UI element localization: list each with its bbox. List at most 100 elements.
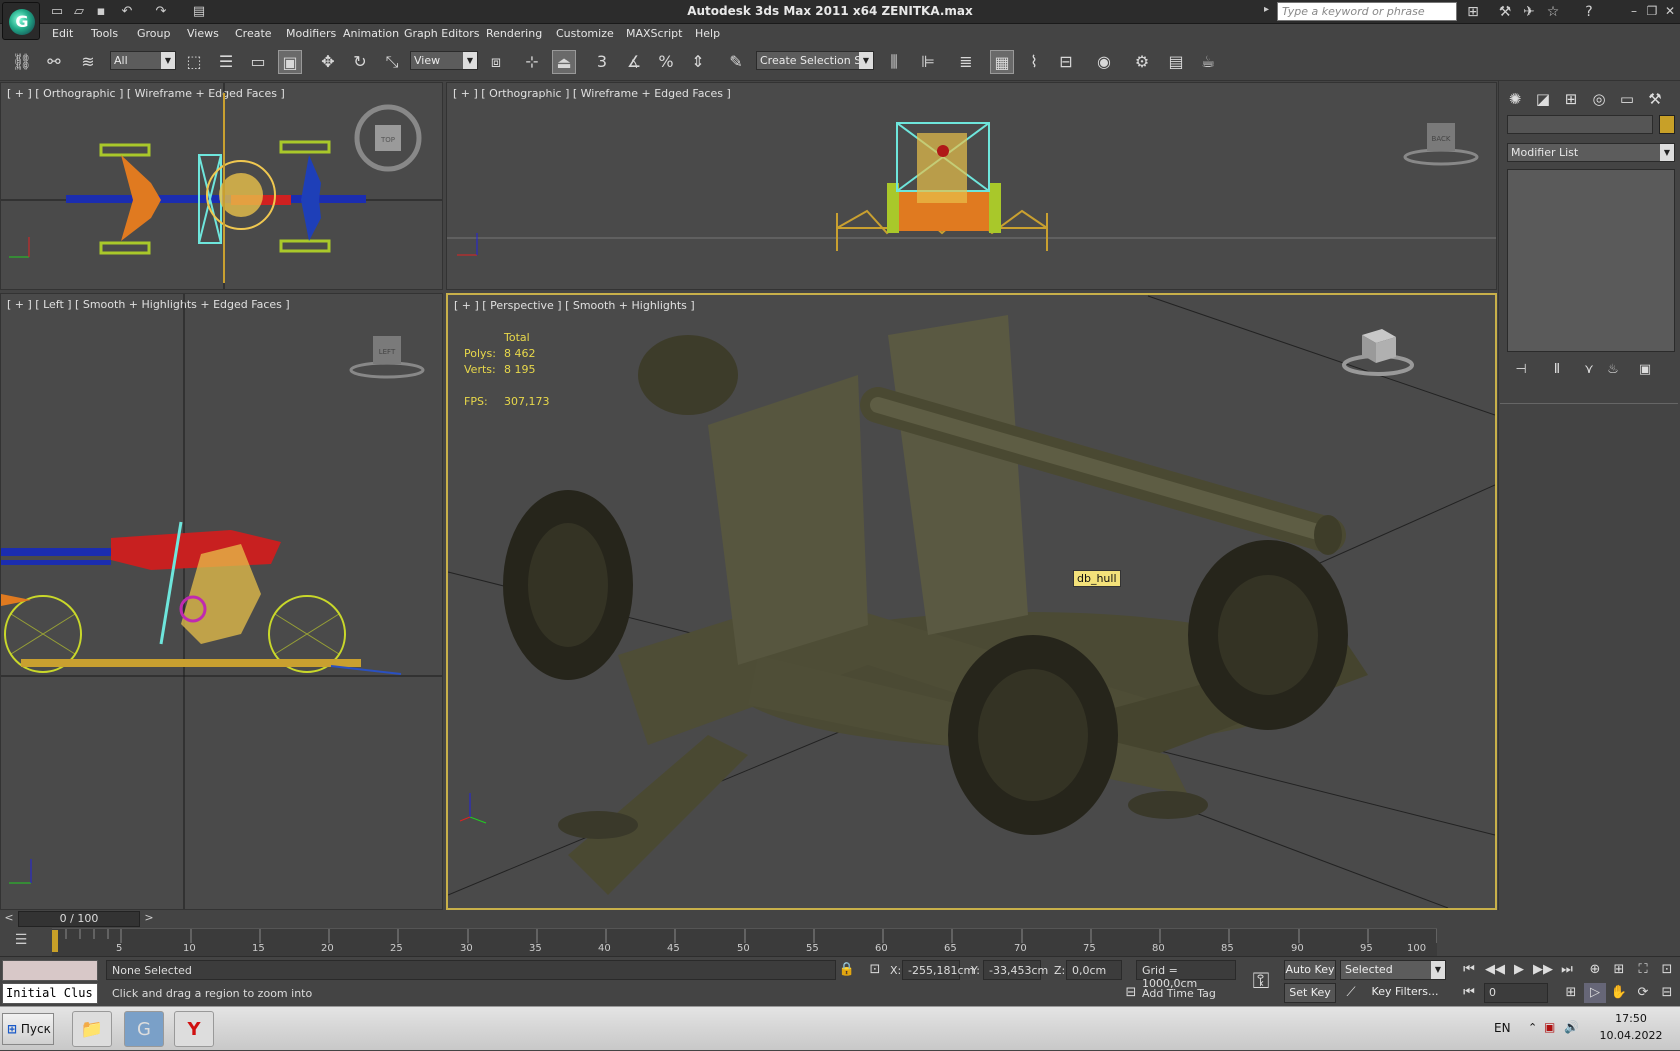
material-editor-icon[interactable]: ◉ xyxy=(1092,50,1116,74)
utilities-tab-icon[interactable]: ⚒ xyxy=(1643,88,1667,110)
orbit-icon[interactable]: ⟳ xyxy=(1632,983,1654,1003)
maximize-viewport-icon[interactable]: ⊟ xyxy=(1656,983,1678,1003)
close-button[interactable]: ✕ xyxy=(1662,3,1678,19)
start-button[interactable]: ⊞ Пуск xyxy=(2,1013,54,1045)
render-setup-icon[interactable]: ⚙ xyxy=(1130,50,1154,74)
time-slider-handle[interactable]: 0 / 100 xyxy=(18,911,140,927)
clock-date[interactable]: 10.04.2022 xyxy=(1596,1029,1666,1042)
show-end-result-icon[interactable]: Ⅱ xyxy=(1545,359,1569,381)
zoom-icon[interactable]: ⊕ xyxy=(1584,960,1606,980)
lock-selection-icon[interactable]: 🔒 xyxy=(836,960,858,980)
configure-sets-icon[interactable]: ▣ xyxy=(1633,359,1657,381)
default-in-out-tangent-icon[interactable]: ⟋ xyxy=(1340,983,1362,1003)
time-configuration-icon[interactable]: ⊞ xyxy=(1560,983,1582,1003)
x-coord-field[interactable]: -255,181cm xyxy=(902,960,974,980)
render-production-icon[interactable]: ☕ xyxy=(1196,50,1220,74)
current-frame-spinner[interactable]: 0 xyxy=(1484,983,1548,1003)
display-tab-icon[interactable]: ▭ xyxy=(1615,88,1639,110)
clock-time[interactable]: 17:50 xyxy=(1596,1012,1666,1025)
zoom-extents-all-icon[interactable]: ⊡ xyxy=(1656,960,1678,980)
keyboard-shortcut-override-icon[interactable]: ⏏ xyxy=(552,50,576,74)
select-and-link-icon[interactable]: ⛓ xyxy=(10,50,34,74)
unlink-icon[interactable]: ⚯ xyxy=(42,50,66,74)
communication-center-icon[interactable]: ✈ xyxy=(1518,2,1540,22)
select-and-rotate-icon[interactable]: ↻ xyxy=(348,50,372,74)
go-to-start-icon[interactable]: ⏮ xyxy=(1458,960,1480,980)
go-to-end-icon[interactable]: ⏭ xyxy=(1556,960,1578,980)
pan-view-icon[interactable]: ✋ xyxy=(1608,983,1630,1003)
pin-stack-icon[interactable]: ⊣ xyxy=(1509,359,1533,381)
select-by-name-icon[interactable]: ☰ xyxy=(214,50,238,74)
rendered-frame-window-icon[interactable]: ▤ xyxy=(1164,50,1188,74)
maxscript-listener-top[interactable] xyxy=(2,960,98,981)
set-key-icon[interactable]: ⚿ xyxy=(1242,961,1280,1003)
menu-create[interactable]: Create xyxy=(235,27,272,40)
menu-tools[interactable]: Tools xyxy=(91,27,118,40)
play-icon[interactable]: ▶ xyxy=(1508,960,1530,980)
track-bar[interactable]: ☰ 5 10 15 20 25 30 35 40 45 50 55 60 65 … xyxy=(0,928,1500,956)
time-tag-icon[interactable]: ⊟ xyxy=(1120,983,1142,1003)
app-menu-button[interactable]: G xyxy=(2,2,40,40)
bind-space-warp-icon[interactable]: ≋ xyxy=(76,50,100,74)
menu-modifiers[interactable]: Modifiers xyxy=(286,27,336,40)
3dsmax-taskbar-icon[interactable]: G xyxy=(124,1011,164,1047)
create-tab-icon[interactable]: ✺ xyxy=(1503,88,1527,110)
next-frame-icon[interactable]: ▶▶ xyxy=(1532,960,1554,980)
absolute-mode-icon[interactable]: ⊡ xyxy=(864,960,886,980)
favorites-star-icon[interactable]: ☆ xyxy=(1542,2,1564,22)
menu-maxscript[interactable]: MAXScript xyxy=(626,27,682,40)
selection-filter-dropdown[interactable]: All ▼ xyxy=(110,51,176,70)
select-object-icon[interactable]: ⬚ xyxy=(182,50,206,74)
menu-graph-editors[interactable]: Graph Editors xyxy=(404,27,480,40)
language-indicator[interactable]: EN xyxy=(1494,1021,1511,1035)
time-slider-prev-icon[interactable]: < xyxy=(2,911,16,927)
select-and-scale-icon[interactable]: ⤡ xyxy=(380,50,404,74)
mini-curve-editor-icon[interactable]: ☰ xyxy=(6,932,36,952)
tray-expand-icon[interactable]: ⌃ xyxy=(1528,1021,1537,1034)
modify-tab-icon[interactable]: ◪ xyxy=(1531,88,1555,110)
key-mode-toggle-icon[interactable]: ⏮ xyxy=(1458,983,1480,1003)
zoom-all-icon[interactable]: ⊞ xyxy=(1608,960,1630,980)
previous-frame-icon[interactable]: ◀◀ xyxy=(1484,960,1506,980)
curve-editor-icon[interactable]: ⌇ xyxy=(1022,50,1046,74)
graphite-ribbon-icon[interactable]: ▦ xyxy=(990,50,1014,74)
percent-snap-icon[interactable]: % xyxy=(654,50,678,74)
yandex-browser-icon[interactable]: Y xyxy=(174,1011,214,1047)
motion-tab-icon[interactable]: ◎ xyxy=(1587,88,1611,110)
named-selection-dropdown[interactable]: Create Selection Se ▼ xyxy=(756,51,874,70)
restore-button[interactable]: ❐ xyxy=(1644,3,1660,19)
edit-named-selection-icon[interactable]: ✎ xyxy=(724,50,748,74)
minimize-button[interactable]: – xyxy=(1626,3,1642,19)
menu-customize[interactable]: Customize xyxy=(556,27,614,40)
menu-animation[interactable]: Animation xyxy=(343,27,399,40)
reference-coord-dropdown[interactable]: View ▼ xyxy=(410,51,478,70)
volume-icon[interactable]: 🔊 xyxy=(1564,1020,1579,1034)
modifier-list-dropdown[interactable]: Modifier List ▼ xyxy=(1507,143,1675,162)
select-manipulate-icon[interactable]: ⊹ xyxy=(520,50,544,74)
viewcube-top[interactable]: TOP xyxy=(351,101,425,175)
key-mode-dropdown[interactable]: Selected ▼ xyxy=(1340,960,1446,980)
layer-manager-icon[interactable]: ≣ xyxy=(954,50,978,74)
time-slider[interactable]: < 0 / 100 > xyxy=(0,910,1500,928)
viewcube-left[interactable]: LEFT xyxy=(347,332,427,382)
menu-group[interactable]: Group xyxy=(137,27,171,40)
region-zoom-icon[interactable]: ▷ xyxy=(1584,983,1606,1003)
search-expand-icon[interactable]: ▸ xyxy=(1264,4,1269,15)
angle-snap-icon[interactable]: ∡ xyxy=(622,50,646,74)
mirror-icon[interactable]: ⫼ xyxy=(882,50,906,74)
viewcube-perspective[interactable] xyxy=(1340,325,1416,381)
object-name-field[interactable] xyxy=(1507,115,1653,134)
object-color-swatch[interactable] xyxy=(1659,115,1675,134)
network-icon[interactable]: ▣ xyxy=(1544,1020,1555,1034)
window-crossing-icon[interactable]: ▣ xyxy=(278,50,302,74)
menu-views[interactable]: Views xyxy=(187,27,219,40)
viewport-perspective[interactable]: [ + ] [ Perspective ] [ Smooth + Highlig… xyxy=(446,293,1497,910)
viewport-top[interactable]: [ + ] [ Orthographic ] [ Wireframe + Edg… xyxy=(0,82,443,290)
y-coord-field[interactable]: -33,453cm xyxy=(983,960,1048,980)
explorer-folder-icon[interactable]: 📁 xyxy=(72,1011,112,1047)
viewcube-back[interactable]: BACK xyxy=(1401,119,1481,169)
binoculars-icon[interactable]: ⊞ xyxy=(1462,2,1484,22)
schematic-view-icon[interactable]: ⊟ xyxy=(1054,50,1078,74)
maxscript-listener-input[interactable]: Initial Clus xyxy=(2,983,98,1004)
menu-help[interactable]: Help xyxy=(695,27,720,40)
